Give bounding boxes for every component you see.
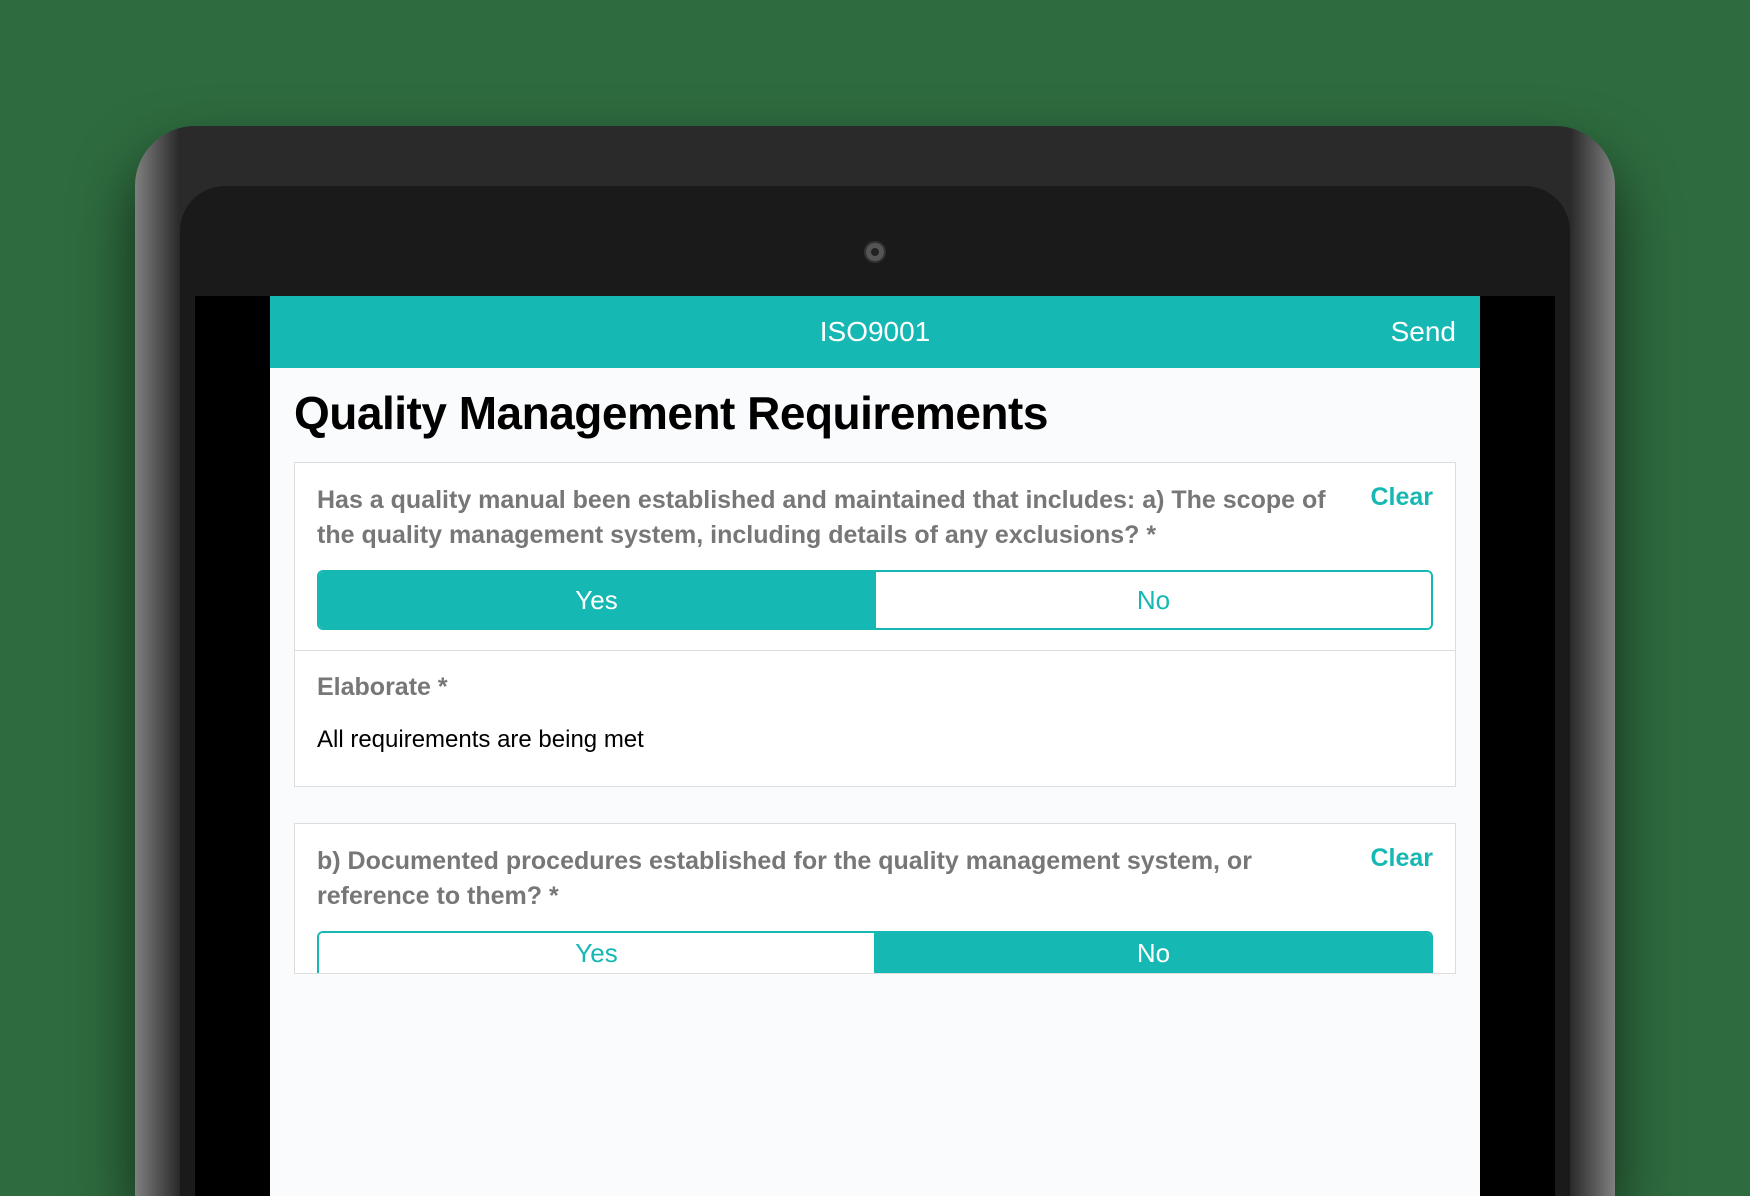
question-card-1: Has a quality manual been established an… (294, 462, 1456, 651)
clear-button[interactable]: Clear (1370, 844, 1433, 873)
elaborate-input[interactable]: All requirements are being met (317, 726, 1433, 754)
header-title: ISO9001 (820, 316, 931, 348)
question-card-2: b) Documented procedures established for… (294, 823, 1456, 974)
page-title: Quality Management Requirements (294, 386, 1456, 440)
segment-yes[interactable]: Yes (319, 933, 876, 973)
segment-no[interactable]: No (876, 572, 1431, 628)
question-text: b) Documented procedures established for… (317, 844, 1370, 913)
elaborate-card: Elaborate * All requirements are being m… (294, 651, 1456, 787)
question-text: Has a quality manual been established an… (317, 483, 1370, 552)
clear-button[interactable]: Clear (1370, 483, 1433, 512)
device-frame: ISO9001 Send Quality Management Requirem… (135, 126, 1615, 1196)
question-row: b) Documented procedures established for… (317, 844, 1433, 913)
question-row: Has a quality manual been established an… (317, 483, 1433, 552)
segmented-control: Yes No (317, 570, 1433, 630)
segmented-control: Yes No (317, 931, 1433, 973)
app-header: ISO9001 Send (270, 296, 1480, 368)
elaborate-label: Elaborate * (317, 673, 1433, 702)
camera-icon (864, 241, 886, 263)
device-screen: ISO9001 Send Quality Management Requirem… (195, 296, 1555, 1196)
content-area: Quality Management Requirements Has a qu… (270, 368, 1480, 1010)
send-button[interactable]: Send (1391, 316, 1456, 348)
segment-yes[interactable]: Yes (319, 572, 876, 628)
app-container: ISO9001 Send Quality Management Requirem… (270, 296, 1480, 1196)
segment-no[interactable]: No (876, 933, 1431, 973)
device-bezel: ISO9001 Send Quality Management Requirem… (180, 186, 1570, 1196)
